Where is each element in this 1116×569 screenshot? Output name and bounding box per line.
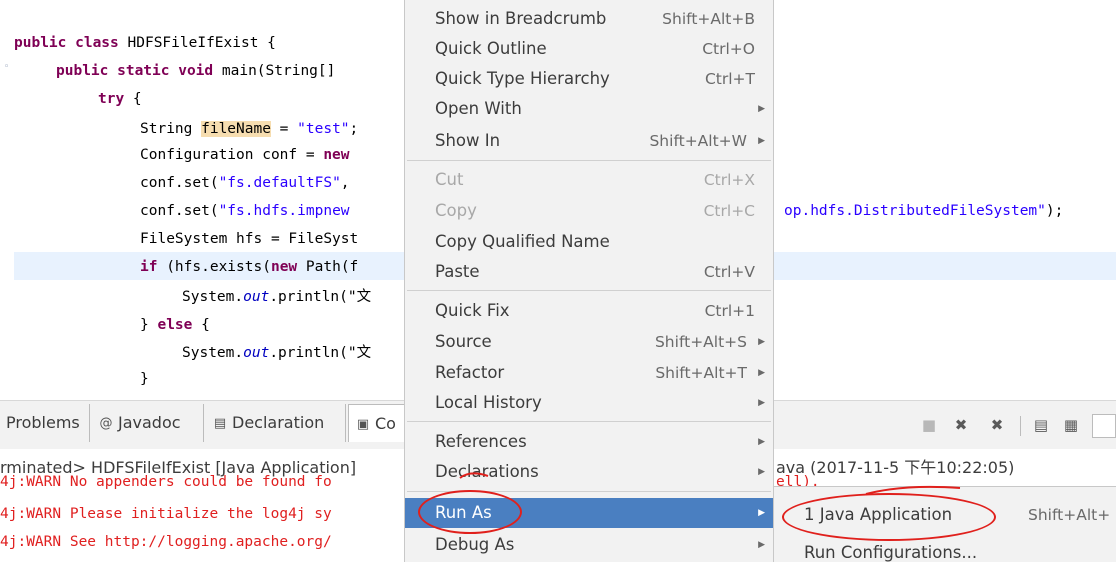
annotation-strokes xyxy=(459,472,961,495)
annotation-stroke xyxy=(459,472,489,479)
annotation-stroke xyxy=(865,485,961,495)
